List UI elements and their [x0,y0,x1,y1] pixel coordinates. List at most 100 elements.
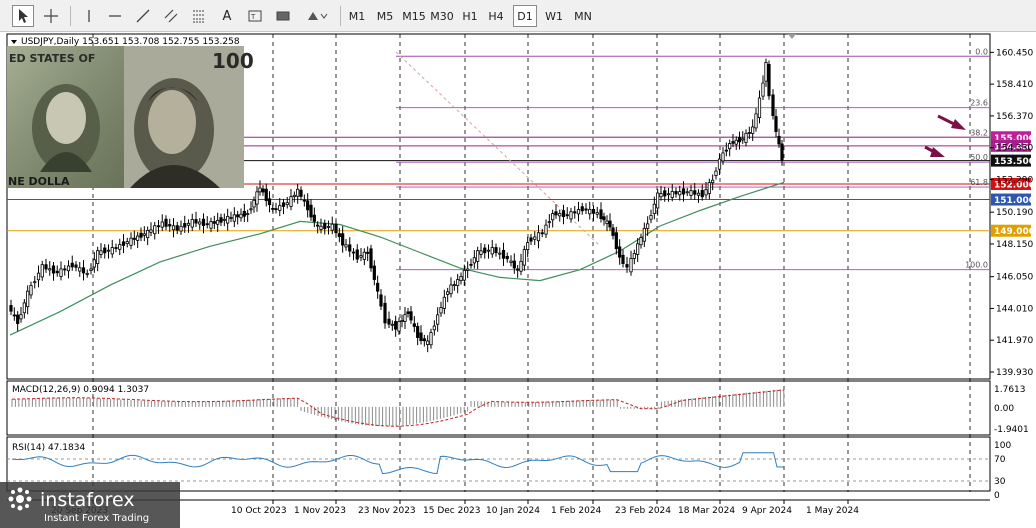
candle-body [186,222,191,226]
candle-body [255,191,259,205]
candle-body [704,189,708,196]
trendline-tool[interactable] [132,5,154,27]
candle-body [547,221,551,224]
candle-body [139,232,143,238]
candle-body [426,340,430,345]
tf-m5[interactable]: M5 [372,5,398,27]
candle-body [588,208,592,215]
candle-body [74,264,78,268]
candle-body [289,196,293,207]
candle-body [757,97,762,119]
candle-body [639,237,643,246]
candle-body [663,190,667,197]
price-axis-label: 139.930 [996,368,1033,378]
candle-body [472,257,476,264]
candle-body [678,191,682,196]
label-tool[interactable]: T [244,5,266,27]
tf-h1[interactable]: H1 [458,5,482,27]
candle-body [302,199,306,202]
candle-body [659,193,663,198]
rsi-tick-70: 70 [994,455,1006,465]
candle-body [344,244,348,248]
candle-body [614,232,618,250]
price-axis-label: 160.450 [996,48,1033,58]
candle-body [611,227,615,236]
fibonacci-level-label: 50.0 [970,153,988,162]
cursor-tool[interactable] [12,5,34,27]
candle-body [341,233,345,246]
crosshair-icon [44,9,58,23]
candle-body [439,307,443,314]
rectangle-icon [276,11,290,21]
price-chart[interactable]: 0.023.638.250.061.8100.0 155.000154.4501… [0,32,1036,528]
label-icon: T [248,10,262,22]
vertical-line-tool[interactable] [78,5,100,27]
svg-text:100: 100 [212,49,254,73]
candle-body [89,268,93,271]
rectangle-tool[interactable] [272,5,294,27]
candle-body [422,338,426,342]
fibonacci-tool[interactable] [188,5,210,27]
candle-body [595,212,599,215]
candle-body [261,188,265,193]
candle-body [429,332,433,346]
candle-body [160,221,164,228]
price-axis-label: 156.370 [996,112,1033,122]
candle-body [486,249,491,252]
date-axis-label: 1 May 2024 [806,506,859,516]
tf-d1[interactable]: D1 [513,5,537,27]
candle-body [608,220,612,228]
shapes-tool[interactable] [302,5,332,27]
channel-tool[interactable] [160,5,182,27]
candle-body [512,260,516,269]
candle-body [777,135,781,145]
candle-body [519,260,523,272]
candle-body [183,223,187,228]
candle-body [40,264,44,278]
candle-body [409,311,413,321]
price-axis-label: 154.330 [996,144,1033,154]
candle-body [446,291,450,295]
candle-body [406,311,410,314]
candle-body [629,258,633,273]
candle-body [721,152,725,162]
candle-body [236,214,240,218]
candle-body [476,250,480,262]
candle-body [767,63,771,97]
candle-body [136,235,140,241]
date-axis-label: 10 Oct 2023 [231,506,287,516]
candle-body [452,284,456,287]
tf-w1[interactable]: W1 [542,5,566,27]
vertical-line-icon [88,10,90,22]
crosshair-tool[interactable] [40,5,62,27]
candle-body [737,137,742,143]
tf-m15[interactable]: M15 [400,5,428,27]
candle-body [387,318,391,325]
cursor-icon [19,9,28,23]
candle-body [348,244,352,252]
candle-body [44,264,48,270]
fibonacci-level-label: 0.0 [975,47,988,56]
tf-m1[interactable]: M1 [344,5,370,27]
candle-body [359,255,363,258]
horizontal-line-tool[interactable] [104,5,126,27]
candle-body [696,192,701,196]
toolbar-separator [70,6,71,26]
candle-body [379,294,383,307]
candle-body [81,267,86,274]
candle-body [717,158,722,170]
candle-body [351,251,356,254]
tf-m30[interactable]: M30 [428,5,456,27]
candle-body [498,252,502,255]
candle-body [306,200,310,211]
text-tool[interactable]: A [216,5,238,27]
date-axis-label: 23 Nov 2023 [358,506,416,516]
tf-mn[interactable]: MN [570,5,596,27]
toolbar-separator [340,6,341,26]
candle-body [26,290,30,308]
watermark-tagline: Instant Forex Trading [44,513,149,524]
toolbar: A T M1 M5 M15 M30 H1 H4 D1 W1 MN [0,0,1036,32]
tf-h4[interactable]: H4 [484,5,508,27]
candle-body [92,259,96,268]
candle-body [285,202,289,206]
